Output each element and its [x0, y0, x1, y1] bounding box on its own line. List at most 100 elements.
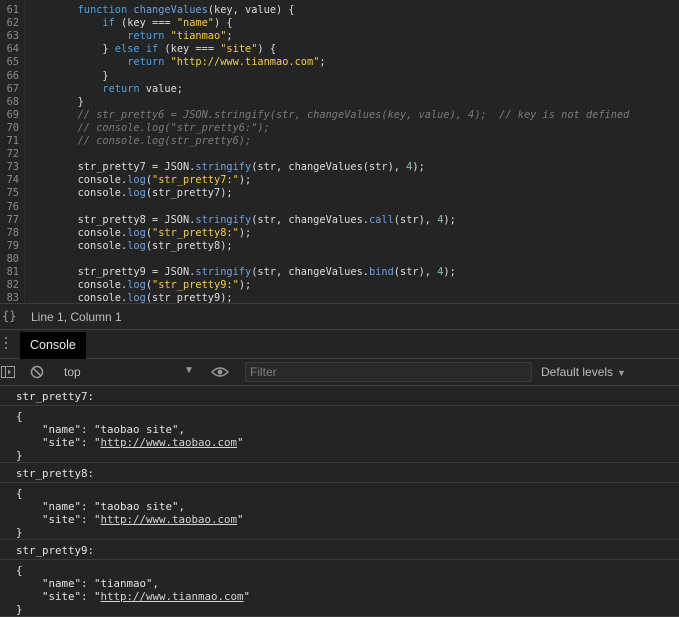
json-punctuation: ", [146, 577, 160, 590]
line-number[interactable]: 77 [0, 214, 19, 227]
line-number[interactable]: 62 [0, 17, 19, 30]
line-number[interactable]: 83 [0, 292, 19, 303]
line-number[interactable]: 70 [0, 122, 19, 135]
code-line[interactable]: 68 } [0, 96, 679, 109]
line-number[interactable]: 74 [0, 174, 19, 187]
code-line[interactable]: 81 str_pretty9 = JSON.stringify(str, cha… [0, 266, 679, 279]
execution-context-select[interactable]: top [64, 365, 81, 379]
code-token: (str_pretty7); [145, 187, 233, 200]
code-line[interactable]: 76 [0, 201, 679, 214]
line-number[interactable]: 69 [0, 109, 19, 122]
code-token: log [127, 226, 146, 239]
code-line[interactable]: 79 console.log(str_pretty8); [0, 240, 679, 253]
line-number[interactable]: 66 [0, 70, 19, 83]
chevron-down-icon[interactable]: ▼ [184, 365, 194, 376]
console-toolbar: top ▼ Default levels▼ [0, 359, 679, 386]
code-token: str_pretty9 = JSON. [28, 266, 196, 278]
sidebar-toggle-icon[interactable] [1, 366, 15, 378]
code-line[interactable]: 66 } [0, 70, 679, 83]
code-line[interactable]: 74 console.log("str_pretty7:"); [0, 174, 679, 187]
code-token: if [145, 43, 159, 56]
json-punctuation: { [16, 564, 23, 577]
code-line[interactable]: 67 return value; [0, 83, 679, 96]
code-line[interactable]: 82 console.log("str_pretty9:"); [0, 279, 679, 292]
code-token: stringify [195, 161, 252, 174]
code-token: ) { [214, 17, 233, 30]
code-line[interactable]: 70 // console.log("str_pretty6:"); [0, 122, 679, 135]
code-line[interactable]: 78 console.log("str_pretty8:"); [0, 227, 679, 240]
code-token: ); [443, 213, 456, 226]
code-text: return "tianmao"; [28, 30, 232, 43]
url-link[interactable]: http://www.taobao.com [101, 436, 238, 449]
code-text: // console.log("str_pretty6:"); [28, 122, 270, 135]
console-output[interactable]: str_pretty7:{ "name": "taobao site", "si… [0, 386, 679, 617]
code-text: return "http://www.tianmao.com"; [28, 56, 325, 69]
json-punctuation: " [237, 436, 244, 449]
line-number[interactable]: 78 [0, 227, 19, 240]
pretty-print-icon[interactable]: {} [2, 309, 16, 323]
line-number[interactable]: 67 [0, 83, 19, 96]
code-line[interactable]: 62 if (key === "name") { [0, 17, 679, 30]
url-link[interactable]: http://www.tianmao.com [101, 590, 244, 603]
tab-console[interactable]: Console [20, 332, 86, 359]
json-punctuation: "name": " [16, 577, 101, 590]
code-line[interactable]: 80 [0, 253, 679, 266]
line-number[interactable]: 80 [0, 253, 19, 266]
code-text: console.log(str_pretty9); [28, 292, 233, 303]
line-number[interactable]: 61 [0, 4, 19, 17]
code-token: console. [28, 292, 128, 303]
code-line[interactable]: 72 [0, 148, 679, 161]
console-json-output: { "name": "taobao site", "site": "http:/… [0, 406, 679, 463]
code-line[interactable]: 73 str_pretty7 = JSON.stringify(str, cha… [0, 161, 679, 174]
code-text: console.log("str_pretty8:"); [28, 226, 252, 240]
line-number[interactable]: 72 [0, 148, 19, 161]
source-editor[interactable]: 61 function changeValues(key, value) {62… [0, 0, 679, 303]
code-token: else [114, 43, 140, 56]
code-line[interactable]: 71 // console.log(str_pretty6); [0, 135, 679, 148]
eye-icon[interactable] [211, 366, 229, 378]
line-number[interactable]: 73 [0, 161, 19, 174]
json-line: "site": "http://www.taobao.com" [16, 513, 244, 526]
clear-console-icon[interactable] [30, 365, 44, 379]
line-number[interactable]: 76 [0, 201, 19, 214]
code-token: bind [368, 266, 394, 278]
line-number[interactable]: 75 [0, 187, 19, 200]
code-line[interactable]: 63 return "tianmao"; [0, 30, 679, 43]
line-number[interactable]: 81 [0, 266, 19, 279]
url-link[interactable]: http://www.taobao.com [101, 513, 238, 526]
line-number[interactable]: 71 [0, 135, 19, 148]
code-line[interactable]: 69 // str_pretty6 = JSON.stringify(str, … [0, 109, 679, 122]
code-line[interactable]: 64 } else if (key === "site") { [0, 43, 679, 56]
line-number[interactable]: 65 [0, 56, 19, 69]
line-number[interactable]: 68 [0, 96, 19, 109]
line-number[interactable]: 82 [0, 279, 19, 292]
line-number[interactable]: 63 [0, 30, 19, 43]
code-line[interactable]: 75 console.log(str_pretty7); [0, 187, 679, 200]
json-line: "site": "http://www.taobao.com" [16, 436, 244, 449]
code-token: if [102, 17, 115, 30]
code-token: ); [238, 174, 252, 187]
line-number[interactable]: 79 [0, 240, 19, 253]
json-punctuation: "name": " [16, 423, 101, 436]
code-token: (key === [114, 17, 177, 30]
line-number[interactable]: 64 [0, 43, 19, 56]
log-levels-select[interactable]: Default levels ▼ [541, 365, 626, 379]
code-line[interactable]: 61 function changeValues(key, value) { [0, 4, 679, 17]
json-line: "name": "taobao site", [16, 500, 185, 513]
filter-input[interactable] [245, 362, 532, 382]
code-line[interactable]: 77 str_pretty8 = JSON.stringify(str, cha… [0, 214, 679, 227]
json-value: taobao site [100, 423, 173, 436]
code-token: return [127, 30, 165, 43]
json-line: } [16, 603, 23, 616]
code-line[interactable]: 83 console.log(str_pretty9); [0, 292, 679, 303]
code-text: if (key === "name") { [28, 17, 233, 30]
console-message: str_pretty7: [0, 386, 679, 406]
code-token: "name" [176, 17, 215, 30]
code-line[interactable]: 65 return "http://www.tianmao.com"; [0, 56, 679, 69]
more-options-icon[interactable] [4, 337, 8, 353]
code-token: (str), [393, 213, 438, 226]
